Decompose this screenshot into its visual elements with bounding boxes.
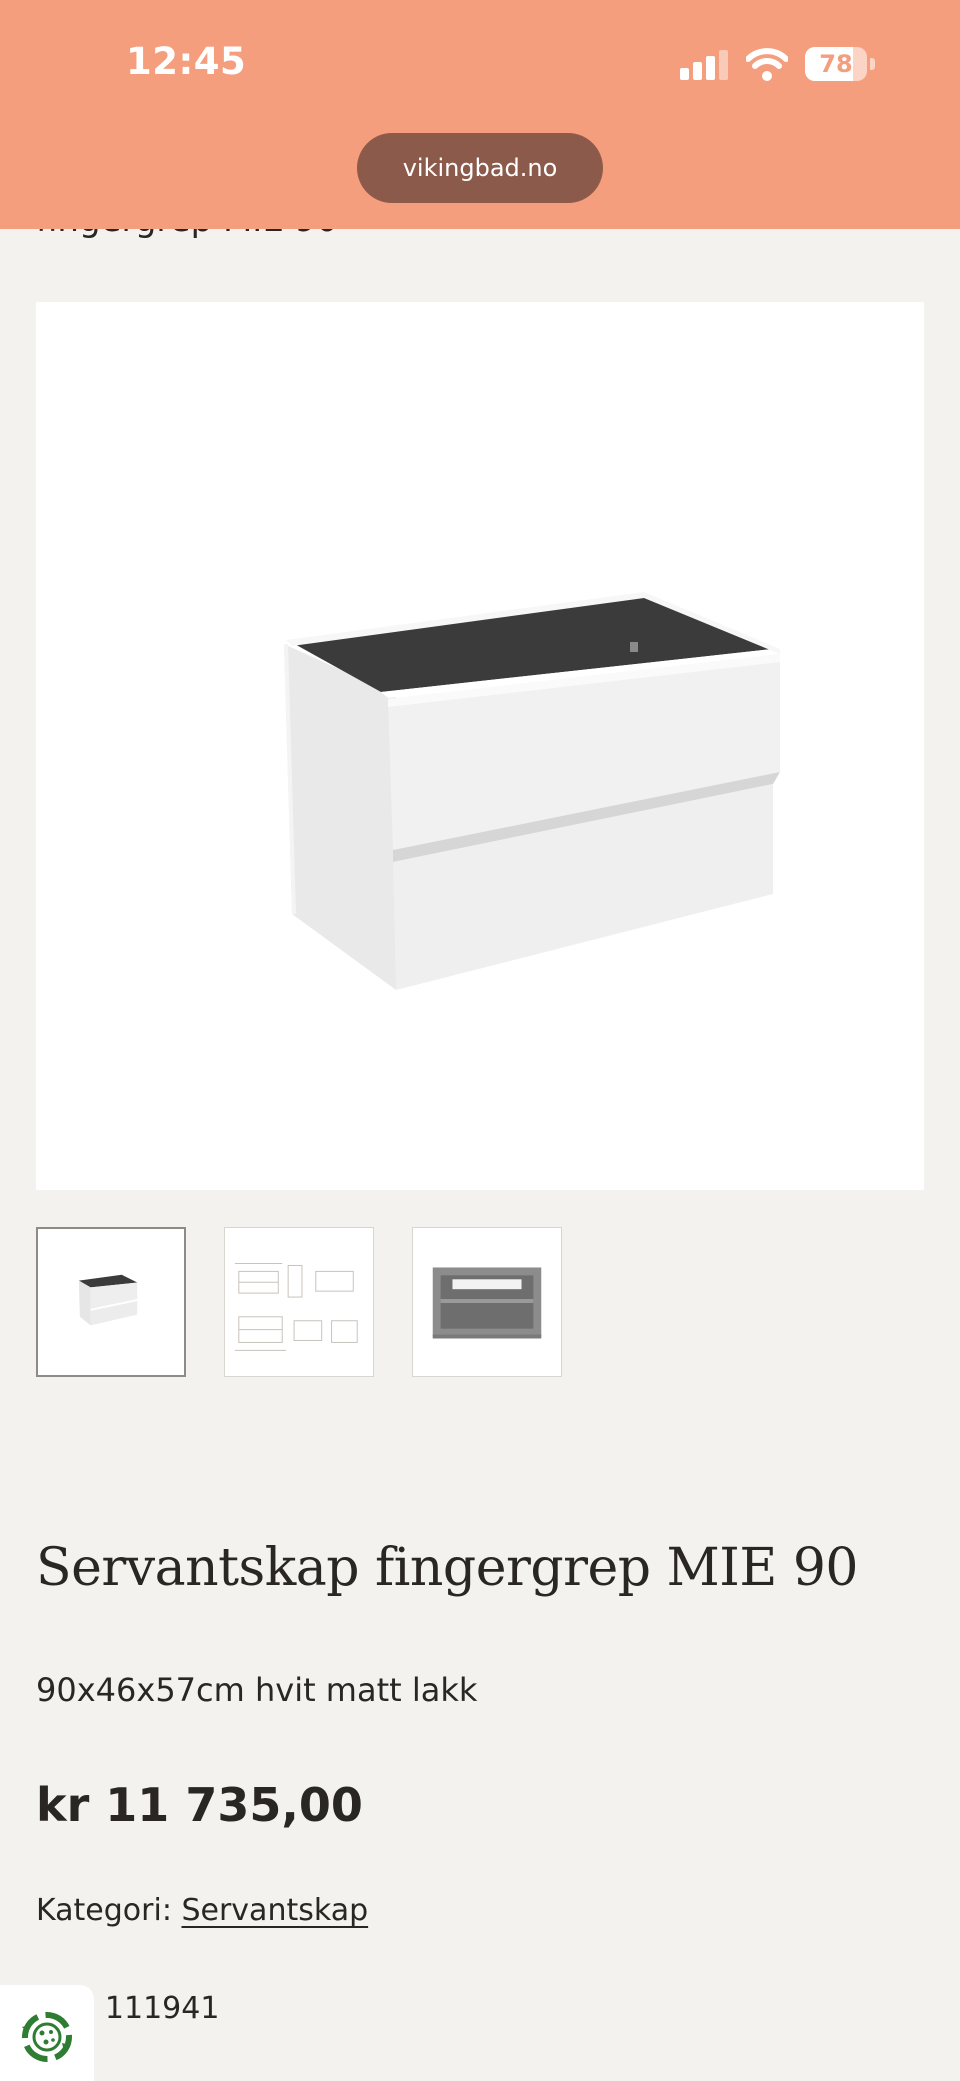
main-product-image[interactable] xyxy=(36,302,924,1190)
thumbnail-2[interactable] xyxy=(224,1227,374,1377)
category-link[interactable]: Servantskap xyxy=(181,1893,368,1928)
battery-level: 78 xyxy=(819,50,853,78)
thumbnail-3[interactable] xyxy=(412,1227,562,1377)
signal-icon xyxy=(680,50,730,80)
product-price: kr 11 735,00 xyxy=(36,1778,363,1832)
category-line: Kategori: Servantskap xyxy=(36,1893,368,1928)
status-time: 12:45 xyxy=(126,40,247,83)
battery-icon: 78 xyxy=(805,47,875,81)
product-page: 12:45 78 vikingbad.no fingergrep MIE 90 xyxy=(0,0,960,2081)
status-bar: 12:45 78 vikingbad.no xyxy=(0,0,960,229)
product-title: Servantskap fingergrep MIE 90 xyxy=(36,1538,859,1598)
sku-value: 111941 xyxy=(104,1991,220,2026)
vanity-cabinet-thumbnail-icon xyxy=(78,1274,138,1326)
url-bar[interactable]: vikingbad.no xyxy=(357,133,603,203)
product-subtitle: 90x46x57cm hvit matt lakk xyxy=(36,1671,478,1709)
cookie-consent-button[interactable] xyxy=(0,1985,94,2081)
technical-drawing-thumbnail-icon xyxy=(234,1263,358,1351)
cookie-consent-icon xyxy=(22,2012,72,2062)
thumbnail-1[interactable] xyxy=(36,1227,186,1377)
cabinet-frame-thumbnail-icon xyxy=(432,1267,542,1339)
wifi-icon xyxy=(745,47,789,81)
vanity-cabinet-image xyxy=(284,592,780,990)
category-label: Kategori: xyxy=(36,1893,182,1928)
